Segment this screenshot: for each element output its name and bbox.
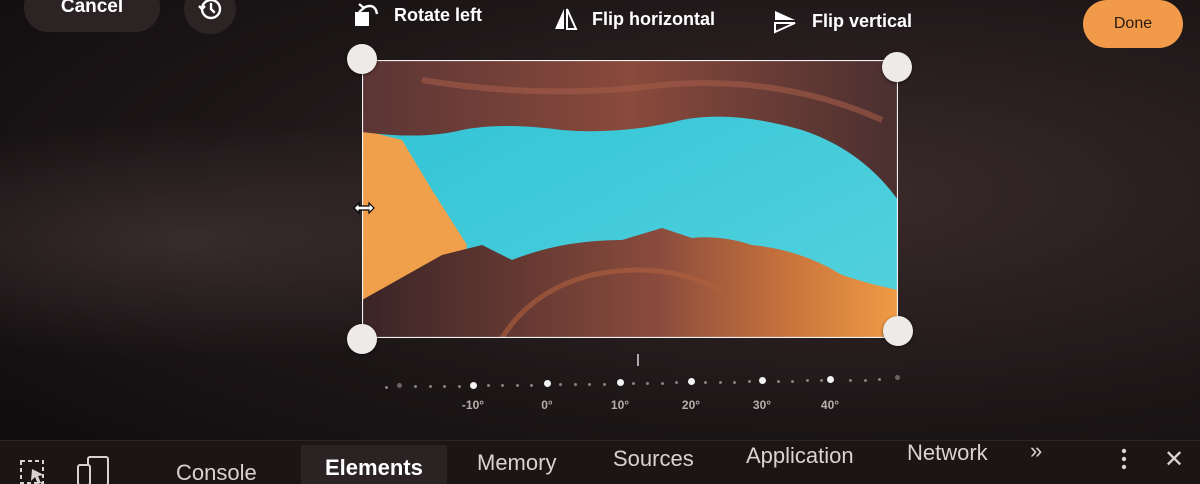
ruler-dot	[501, 384, 504, 388]
ruler-tick	[688, 378, 695, 386]
ruler-dot	[863, 378, 867, 382]
crop-area[interactable]	[362, 60, 898, 338]
inspect-element-icon[interactable]	[18, 455, 48, 484]
ruler-dot	[385, 385, 388, 389]
flip-horizontal-icon	[550, 4, 580, 34]
ruler-dot	[820, 379, 823, 383]
ruler-dot	[530, 383, 533, 387]
ruler-dot	[457, 384, 461, 388]
ruler-dot	[805, 379, 809, 383]
ruler-tick	[470, 381, 477, 389]
tab-console[interactable]: Console	[152, 451, 281, 484]
ruler-dot	[631, 382, 635, 386]
ruler-dot	[559, 383, 562, 387]
flip-horizontal-label: Flip horizontal	[592, 8, 715, 29]
crop-handle-bottom-right[interactable]	[883, 316, 913, 346]
ruler-dot	[704, 381, 707, 384]
tab-elements[interactable]: Elements	[301, 445, 447, 484]
ruler-dot	[602, 382, 606, 386]
kebab-menu-icon[interactable]	[1118, 445, 1130, 475]
ruler-dot	[718, 380, 722, 384]
tab-memory[interactable]: Memory	[453, 441, 580, 484]
done-button[interactable]: Done	[1083, 0, 1183, 48]
ruler-tick	[895, 375, 900, 381]
ruler-dot	[878, 378, 881, 382]
ruler-dot	[414, 385, 417, 389]
flip-vertical-icon	[770, 6, 800, 36]
ruler-dot	[486, 384, 490, 388]
close-devtools-button[interactable]: ✕	[1164, 445, 1184, 474]
rotation-ruler[interactable]: -10° 0° 10° 20° 30° 40°	[380, 350, 920, 420]
ruler-dot	[849, 378, 852, 382]
ruler-label: 0°	[541, 398, 553, 412]
rotate-left-button[interactable]: Rotate left	[352, 0, 482, 30]
ruler-center-marker	[637, 354, 639, 366]
history-button[interactable]	[184, 0, 236, 34]
ruler-dot	[791, 379, 794, 383]
ruler-tick	[759, 377, 766, 385]
flip-vertical-label: Flip vertical	[812, 10, 913, 31]
ruler-dot	[776, 379, 780, 383]
flip-vertical-button[interactable]: Flip vertical	[770, 6, 912, 36]
tab-network[interactable]: Network	[883, 431, 1012, 475]
ruler-dot	[588, 382, 591, 386]
ruler-tick	[397, 382, 402, 388]
tab-sources[interactable]: Sources	[589, 437, 718, 481]
crop-handle-bottom-left[interactable]	[347, 324, 377, 354]
ruler-dot	[443, 385, 446, 389]
ruler-dot	[515, 383, 519, 387]
ruler-dot	[747, 380, 751, 384]
ruler-dot	[660, 381, 664, 385]
history-icon	[198, 0, 222, 20]
ruler-dot	[573, 383, 577, 387]
ruler-dot	[675, 381, 678, 385]
more-tabs-button[interactable]: »	[1030, 429, 1042, 473]
crop-handle-top-right[interactable]	[882, 52, 912, 82]
rotate-left-icon	[352, 0, 382, 30]
cancel-button[interactable]: Cancel	[24, 0, 160, 32]
ruler-dot	[646, 381, 649, 385]
photo-image	[362, 60, 898, 338]
ruler-tick	[827, 376, 834, 384]
flip-horizontal-button[interactable]: Flip horizontal	[550, 4, 715, 34]
ruler-dot	[733, 380, 736, 384]
device-toolbar-icon[interactable]	[76, 455, 112, 484]
ruler-label: 10°	[610, 398, 630, 412]
crop-handle-top-left[interactable]	[347, 44, 377, 74]
tab-application[interactable]: Application	[722, 434, 878, 478]
ruler-label: 20°	[681, 398, 701, 412]
ruler-label: -10°	[461, 398, 485, 412]
devtools-bar: Console Elements Memory Sources Applicat…	[0, 437, 1200, 484]
ruler-tick	[544, 380, 551, 388]
resize-cursor-icon	[353, 201, 375, 215]
ruler-dot	[428, 385, 432, 389]
ruler-tick	[617, 379, 624, 387]
ruler-label: 30°	[752, 398, 772, 412]
rotate-left-label: Rotate left	[394, 4, 483, 25]
ruler-label: 40°	[820, 398, 840, 412]
